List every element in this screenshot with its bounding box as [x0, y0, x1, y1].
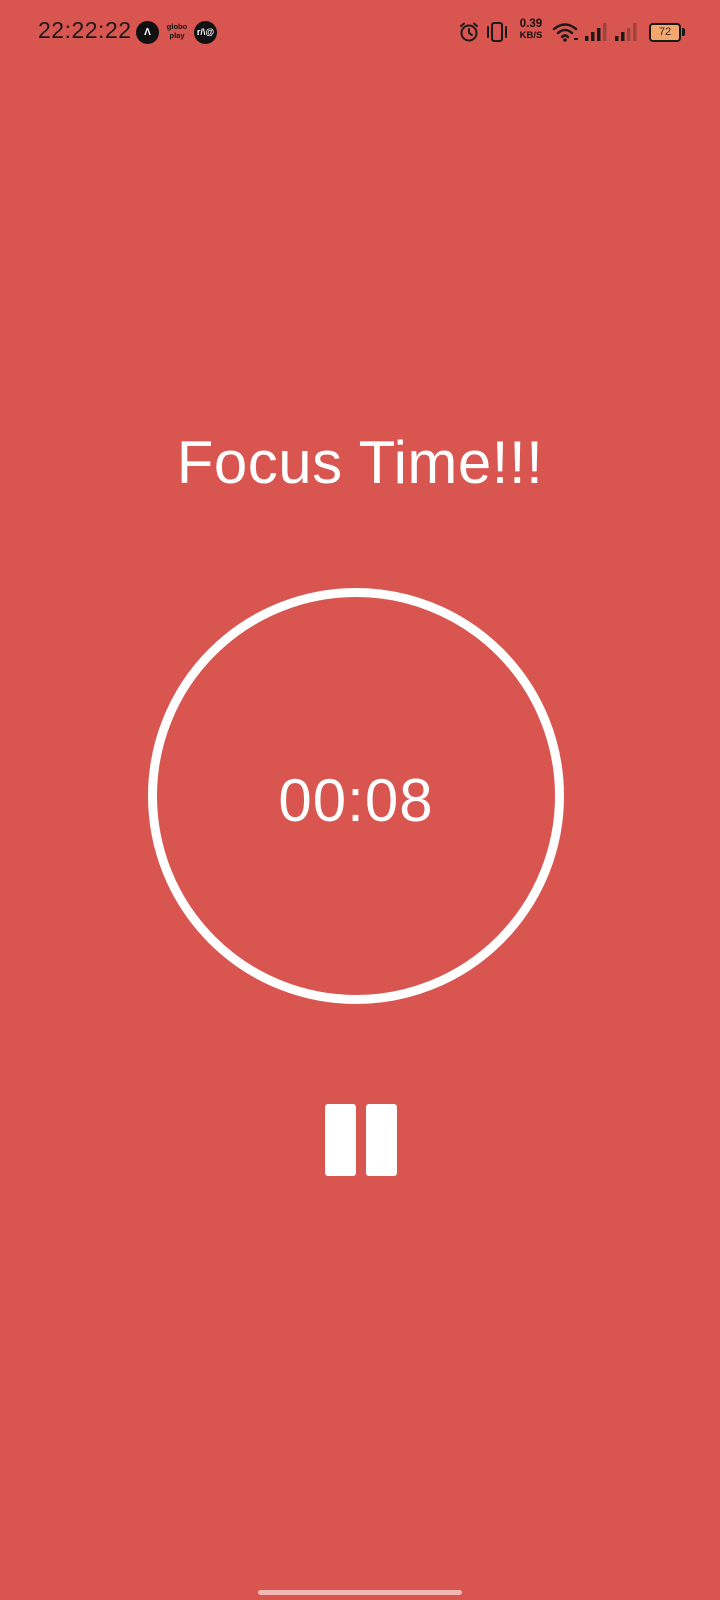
signal-icon-sim1 [585, 23, 607, 41]
home-indicator[interactable] [258, 1590, 462, 1595]
a-app-icon: Λ [136, 21, 159, 44]
net-speed-indicator: 0.39 KB/S [513, 18, 549, 41]
net-speed-value: 0.39 [519, 18, 543, 30]
net-speed-unit: KB/S [519, 30, 543, 41]
status-bar: 22:22:22 Λ globo play r/\@ 0.39 KB/S 72 [0, 0, 720, 64]
vibrate-icon [487, 22, 507, 42]
signal-icon-sim2 [615, 23, 637, 41]
status-time: 22:22:22 [38, 17, 132, 43]
page-title: Focus Time!!! [176, 429, 544, 496]
rwa-app-icon: r/\@ [194, 21, 217, 44]
globoplay-icon: globo play [166, 22, 188, 40]
wifi-icon [552, 23, 578, 42]
battery-icon: 72 [649, 23, 681, 42]
focus-timer-screen: 22:22:22 Λ globo play r/\@ 0.39 KB/S 72 … [0, 0, 720, 1600]
pause-button[interactable] [322, 1100, 398, 1178]
pause-icon-bar-right [366, 1104, 397, 1176]
timer-display: 00:08 [278, 767, 434, 834]
pause-icon-bar-left [325, 1104, 356, 1176]
alarm-icon [460, 22, 478, 42]
battery-tip [682, 28, 685, 36]
